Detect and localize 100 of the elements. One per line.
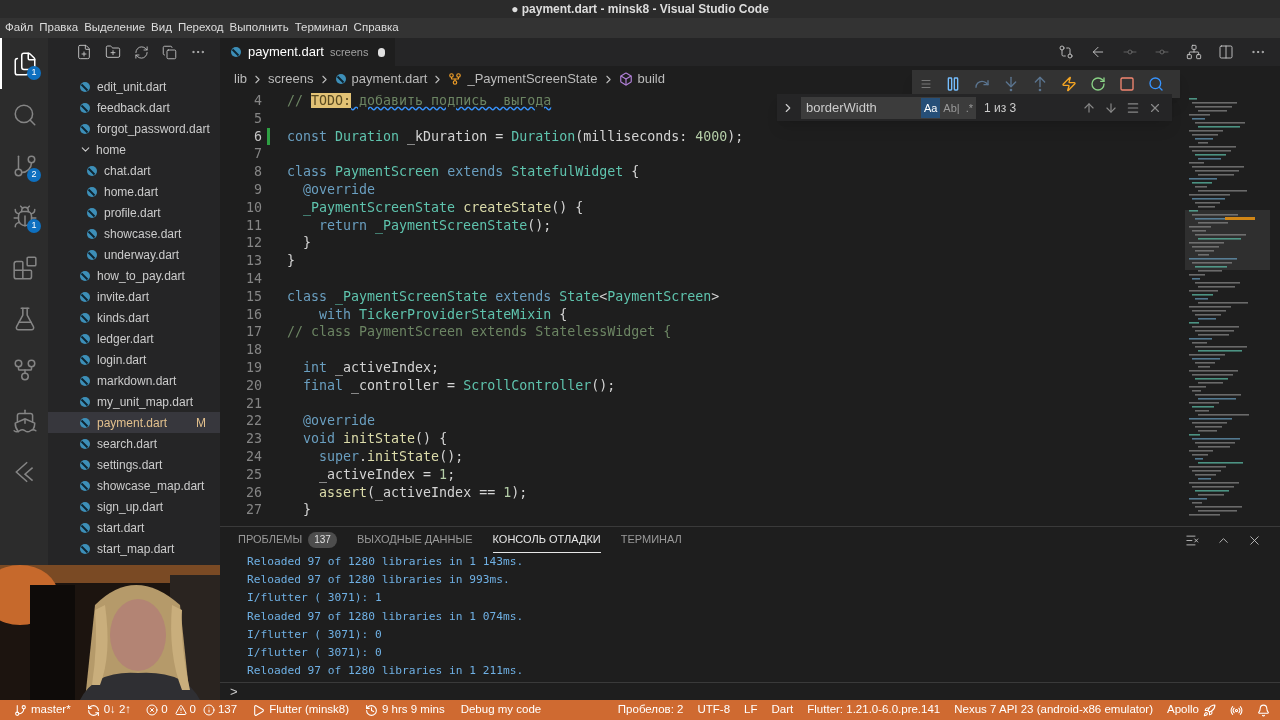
status-item[interactable]: Apollo (1161, 700, 1222, 720)
editor-tab[interactable]: payment.dart screens (220, 38, 395, 66)
console-line: I/flutter ( 3071): 0 (247, 626, 382, 643)
compare-icon[interactable] (1058, 44, 1074, 60)
file-item[interactable]: profile.dart (48, 202, 220, 223)
breadcrumb[interactable]: payment.dart (334, 69, 428, 89)
file-item[interactable]: feedback.dart (48, 97, 220, 118)
find-option-toggle[interactable]: Aa (920, 97, 941, 118)
inspect-icon[interactable] (1148, 76, 1164, 92)
menu-item[interactable]: Вид (148, 19, 175, 37)
find-option-toggle[interactable]: Ab| (940, 97, 963, 118)
file-item[interactable]: start_map.dart (48, 538, 220, 559)
menu-item[interactable]: Выполнить (226, 19, 292, 37)
console-line: Reloaded 97 of 1280 libraries in 1 211ms. (247, 663, 524, 680)
status-item[interactable]: Debug my code (454, 700, 548, 720)
next-match-icon[interactable] (1104, 100, 1118, 115)
file-item[interactable]: my_unit_map.dart (48, 391, 220, 412)
menu-item[interactable]: Выделение (81, 19, 149, 37)
error-icon (146, 704, 159, 716)
problems-status[interactable]: 0 0 137 (141, 700, 243, 720)
new-file-icon[interactable] (76, 44, 92, 60)
file-item[interactable]: chat.dart (48, 160, 220, 181)
file-item[interactable]: login.dart (48, 349, 220, 370)
menu-item[interactable]: Справка (350, 19, 402, 37)
console-prompt[interactable]: > (230, 681, 238, 702)
file-item[interactable]: showcase.dart (48, 223, 220, 244)
hot-reload-icon[interactable] (1061, 76, 1077, 92)
folder-item[interactable]: home (48, 139, 220, 160)
menu-item[interactable]: Правка (36, 19, 82, 37)
file-item[interactable]: start.dart (48, 517, 220, 538)
selection-icon[interactable] (1126, 100, 1140, 115)
console-line: Reloaded 97 of 1280 libraries in 1 143ms. (247, 554, 524, 570)
step-out-icon[interactable] (1032, 76, 1048, 92)
activity-icon (12, 50, 38, 77)
breadcrumb[interactable]: lib (234, 69, 247, 89)
menu-item[interactable]: Переход (174, 19, 227, 37)
breadcrumb[interactable]: build (618, 69, 665, 89)
status-item[interactable]: Flutter (minsk8) (246, 700, 355, 720)
menu-item[interactable]: Файл (2, 19, 37, 37)
file-item[interactable]: search.dart (48, 433, 220, 454)
graph-icon[interactable] (1186, 44, 1202, 60)
activity-button[interactable]: 1 (0, 191, 48, 242)
status-item[interactable]: Dart (765, 700, 800, 720)
line-number: 10 (245, 198, 262, 217)
breadcrumb[interactable]: screens (268, 69, 314, 89)
console-line: Reloaded 97 of 1280 libraries in 1 074ms. (247, 608, 524, 625)
file-item[interactable]: forgot_password.dart (48, 118, 220, 139)
breadcrumb[interactable]: _PaymentScreenState (448, 69, 598, 89)
menu-item[interactable]: Терминал (291, 19, 351, 37)
file-icon (86, 206, 98, 219)
file-item[interactable]: edit_unit.dart (48, 76, 220, 97)
status-item[interactable]: master* (8, 700, 77, 720)
code-line: assert(_activeIndex == 1); (318, 483, 528, 502)
file-item[interactable]: payment.dart M (48, 412, 220, 433)
drag-handle-icon[interactable] (920, 78, 932, 90)
activity-button[interactable]: 2 (0, 140, 48, 191)
split-editor-icon[interactable] (1218, 44, 1234, 60)
new-folder-icon[interactable] (105, 44, 121, 60)
pause-icon[interactable] (945, 76, 961, 92)
find-option-toggle[interactable]: .* (962, 97, 976, 118)
refresh-icon[interactable] (134, 44, 149, 60)
line-number: 6 (253, 127, 262, 146)
file-item[interactable]: kinds.dart (48, 307, 220, 328)
file-item[interactable]: invite.dart (48, 286, 220, 307)
status-item[interactable]: 9 hrs 9 mins (359, 700, 451, 720)
clear-console-icon[interactable] (1185, 532, 1200, 548)
line-number: 21 (245, 394, 262, 413)
panel-tab[interactable]: ТЕРМИНАЛ (620, 527, 682, 553)
restart-icon[interactable] (1090, 76, 1106, 92)
activity-icon (12, 254, 38, 281)
file-icon (79, 374, 91, 387)
status-item[interactable]: UTF-8 (691, 700, 737, 720)
status-item[interactable]: LF (738, 700, 764, 720)
panel-tab[interactable]: ВЫХОДНЫЕ ДАННЫЕ (356, 527, 473, 553)
line-number: 24 (245, 447, 262, 466)
previous-match-icon[interactable] (1082, 100, 1096, 115)
console-line: I/flutter ( 3071): 0 (247, 645, 382, 661)
collapse-icon[interactable] (162, 44, 177, 60)
stop-icon[interactable] (1119, 76, 1135, 92)
back-icon[interactable] (1090, 44, 1106, 60)
file-item[interactable]: underway.dart (48, 244, 220, 265)
file-item[interactable]: showcase_map.dart (48, 475, 220, 496)
file-item[interactable]: ledger.dart (48, 328, 220, 349)
status-item[interactable]: Пробелов: 2 (611, 700, 690, 720)
find-field[interactable]: borderWidth Aa Ab| .* (801, 96, 976, 119)
file-item[interactable]: sign_up.dart (48, 496, 220, 517)
panel-tab[interactable]: КОНСОЛЬ ОТЛАДКИ (492, 527, 601, 553)
panel-tab[interactable]: ПРОБЛЕМЫ 137 (238, 527, 337, 553)
code-line: void initState() { (302, 430, 448, 448)
status-item[interactable]: Flutter: 1.21.0-6.0.pre.141 (801, 700, 947, 720)
file-item[interactable]: settings.dart (48, 454, 220, 475)
file-item[interactable]: home.dart (48, 181, 220, 202)
status-item[interactable]: Nexus 7 API 23 (android-x86 emulator) (948, 700, 1160, 720)
step-into-icon[interactable] (1003, 76, 1019, 92)
status-item[interactable]: 0↓ 2↑ (80, 700, 138, 720)
code-line: } (287, 252, 295, 270)
branch-icon (14, 703, 27, 717)
file-item[interactable]: markdown.dart (48, 370, 220, 391)
file-item[interactable]: how_to_pay.dart (48, 265, 220, 286)
console-line: I/flutter ( 3071): 1 (247, 590, 382, 607)
